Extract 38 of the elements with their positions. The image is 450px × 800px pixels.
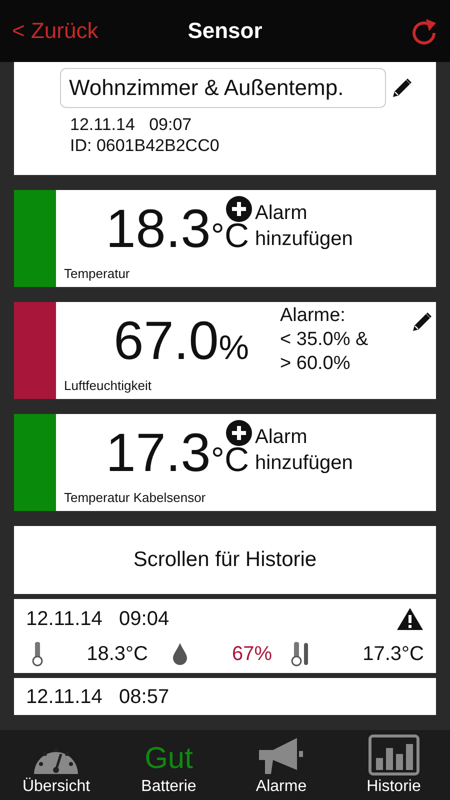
back-link[interactable]: < Zurück — [12, 18, 122, 44]
sensor-unit: °C — [210, 217, 249, 256]
history-reading: 18.3°C — [86, 642, 148, 666]
add-icon[interactable] — [226, 420, 252, 446]
pencil-icon[interactable] — [410, 310, 434, 334]
chart-icon — [368, 734, 420, 776]
sensor-label: Luftfeuchtigkeit — [64, 378, 152, 393]
tab-button[interactable]: Historie — [338, 730, 450, 800]
sensor-unit: % — [218, 329, 249, 368]
device-id: ID: 0601B42B2CC0 — [70, 135, 220, 156]
tab-button[interactable]: Übersicht — [0, 730, 112, 800]
history-reading: 17.3°C — [362, 642, 424, 666]
tab-button[interactable]: Alarme — [225, 730, 338, 800]
name-field[interactable]: Wohnzimmer & Außentemp. — [60, 68, 386, 108]
screen-title: Sensor — [188, 18, 262, 44]
thermometer-icon — [291, 641, 311, 667]
refresh-icon — [410, 16, 438, 46]
sensor-value: 67.0 — [114, 310, 219, 372]
scroll-hint: Scrollen für Historie — [14, 526, 436, 594]
sensor-unit: °C — [210, 441, 249, 480]
tab-button[interactable]: Gut Batterie — [112, 730, 225, 800]
sensor-label: Temperatur — [64, 266, 131, 281]
history-time: 12.11.14 09:04 — [26, 608, 170, 630]
history-time: 12.11.14 08:57 — [26, 686, 170, 709]
pencil-icon[interactable] — [390, 76, 414, 100]
sensor-label: Temperatur Kabelsensor — [64, 490, 207, 505]
megaphone-icon — [257, 736, 306, 776]
alarm-text[interactable]: Alarm hinzufügen — [255, 424, 385, 476]
alarm-text[interactable]: Alarm hinzufügen — [255, 200, 385, 252]
humidity-icon — [171, 642, 189, 666]
history-reading: 67% — [232, 642, 272, 666]
sensor-value: 18.3 — [106, 198, 211, 260]
battery-status: Gut — [144, 742, 193, 776]
add-icon[interactable] — [226, 196, 252, 222]
timestamp: 12.11.14 09:07 — [70, 114, 193, 135]
thermometer-icon — [32, 641, 44, 667]
alarm-text: Alarme: < 35.0% & > 60.0% — [280, 304, 370, 376]
sensor-value: 17.3 — [106, 422, 211, 484]
